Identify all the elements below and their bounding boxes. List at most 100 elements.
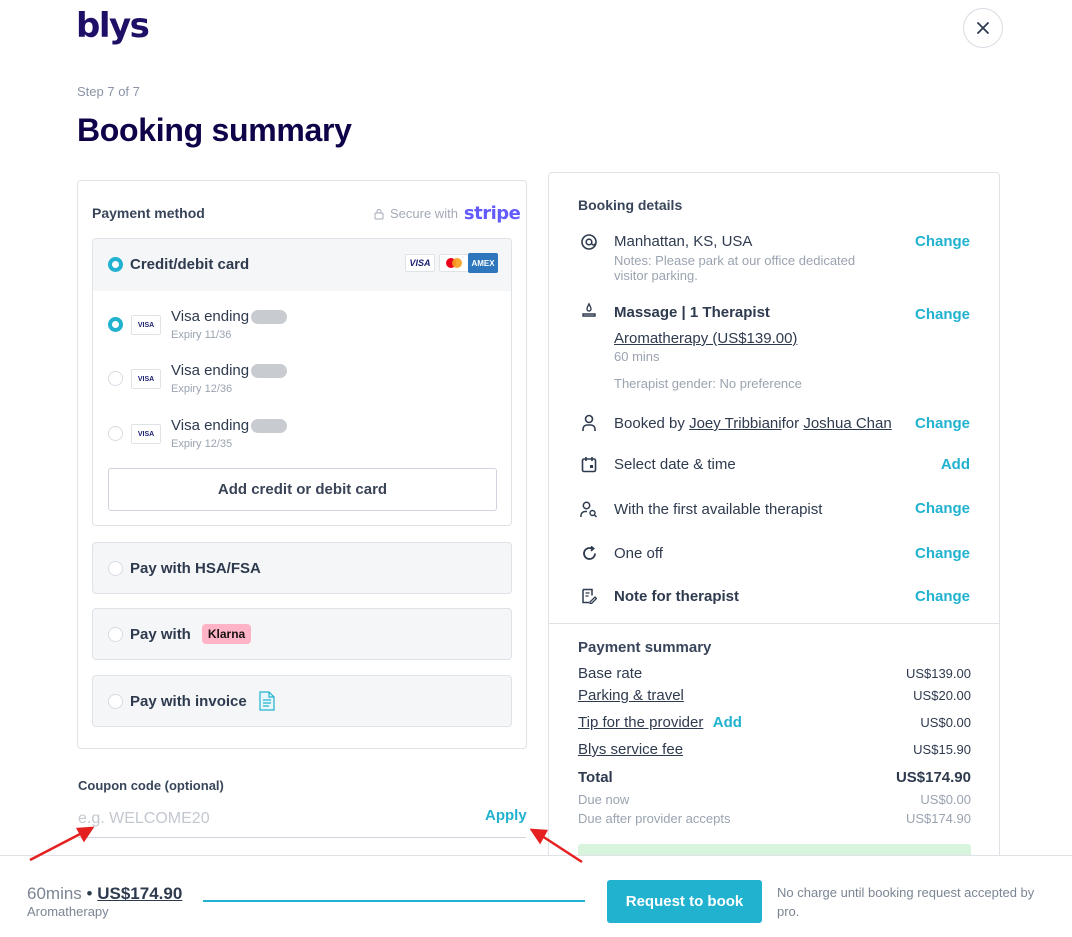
card-expiry: Expiry 12/36 [171,383,233,395]
base-rate-label: Base rate [578,665,643,682]
change-massage-button[interactable]: Change [915,306,970,323]
due-after-label: Due after provider accepts [578,811,731,826]
credit-card-option: Credit/debit card VISA AMEX VISA Visa en… [92,238,512,526]
saved-card-radio[interactable] [108,426,123,441]
close-button[interactable] [963,8,1003,48]
saved-card-radio[interactable] [108,317,123,332]
saved-card-1[interactable]: VISA Visa ending Expiry 11/36 [93,303,511,347]
invoice-option[interactable]: Pay with invoice [92,675,512,727]
mastercard-brand-icon [439,254,469,272]
change-booked-by-button[interactable]: Change [915,415,970,432]
total-label: Total [578,769,613,786]
service-fee-link[interactable]: Blys service fee [578,741,683,758]
secure-text: Secure with [390,206,458,221]
hsa-fsa-label: Pay with HSA/FSA [130,559,261,577]
add-card-button[interactable]: Add credit or debit card [108,468,497,511]
booked-by-name-link[interactable]: Joey Tribbiani [689,415,782,432]
treatment-link[interactable]: Aromatherapy (US$139.00) [614,330,797,347]
card-name: Visa ending [171,362,250,379]
lock-icon [374,208,384,219]
close-icon [977,22,989,34]
booked-by-prefix: Booked by [614,415,685,432]
invoice-radio[interactable] [108,693,123,709]
footer-duration: 60mins [27,884,82,903]
add-tip-button[interactable]: Add [713,714,742,731]
tip-value: US$0.00 [920,715,971,730]
klarna-logo: Klarna [201,624,252,644]
card-expiry: Expiry 12/35 [171,438,233,450]
location-notes: Notes: Please park at our office dedicat… [614,253,856,283]
booking-details-title: Booking details [578,197,683,213]
booking-details-panel: Booking details Manhattan, KS, USA Notes… [548,172,1000,872]
masked-digits [251,364,288,379]
add-date-time-button[interactable]: Add [941,456,970,473]
credit-card-header[interactable]: Credit/debit card VISA AMEX [93,239,511,291]
due-after-value: US$174.90 [905,811,971,826]
hsa-fsa-option[interactable]: Pay with HSA/FSA [92,542,512,594]
masked-digits [251,310,288,325]
duration-text: 60 mins [614,349,660,364]
booked-for-word: for [781,415,800,432]
visa-icon: VISA [131,424,161,444]
masked-digits [251,419,288,434]
credit-card-radio[interactable] [108,257,123,272]
page-title: Booking summary [77,112,352,148]
blys-logo: blys [76,6,150,46]
therapist-search-icon [579,499,599,519]
payment-summary-title: Payment summary [578,639,712,656]
refresh-icon [579,543,599,563]
saved-card-radio[interactable] [108,371,123,386]
total-value: US$174.90 [895,769,971,786]
due-after-row: Due after provider accepts US$174.90 [578,811,971,826]
parking-travel-link[interactable]: Parking & travel [578,687,684,704]
due-now-label: Due now [578,792,630,807]
coupon-input[interactable] [78,800,526,838]
location-icon [579,232,599,252]
footer-bullet: • [86,884,93,903]
change-location-button[interactable]: Change [915,233,970,250]
payment-method-label: Payment method [92,205,205,221]
visa-icon: VISA [131,315,161,335]
visa-icon: VISA [131,369,161,389]
change-frequency-button[interactable]: Change [915,545,970,562]
date-time-text: Select date & time [614,456,736,473]
booked-for-name-link[interactable]: Joshua Chan [803,415,891,432]
tip-row: Tip for the provider Add US$0.00 [578,714,971,732]
klarna-option[interactable]: Pay with Klarna [92,608,512,660]
step-indicator: Step 7 of 7 [77,84,140,99]
change-therapist-button[interactable]: Change [915,500,970,517]
klarna-radio[interactable] [108,626,123,642]
change-note-button[interactable]: Change [915,588,970,605]
parking-row: Parking & travel US$20.00 [578,687,971,704]
invoice-document-icon [259,691,275,711]
calendar-icon [579,454,599,474]
tip-link[interactable]: Tip for the provider [578,714,703,731]
amex-brand-icon: AMEX [468,253,498,273]
note-edit-icon [579,586,599,606]
divider [549,623,999,624]
booking-progress-bar [203,900,585,902]
footer-treatment: Aromatherapy [27,904,109,919]
payment-method-panel: Payment method Secure with stripe Credit… [77,180,527,749]
frequency-text: One off [614,545,663,562]
person-icon [579,413,599,433]
card-name: Visa ending [171,417,250,434]
coupon-label: Coupon code (optional) [78,778,224,793]
card-expiry: Expiry 11/36 [171,329,232,341]
invoice-label: Pay with invoice [130,692,247,710]
apply-coupon-button[interactable]: Apply [485,807,527,824]
visa-brand-icon: VISA [405,254,435,272]
request-to-book-button[interactable]: Request to book [607,880,762,923]
note-text: Note for therapist [614,588,740,605]
card-name: Visa ending [171,308,250,325]
saved-card-3[interactable]: VISA Visa ending Expiry 12/35 [93,412,511,456]
saved-card-2[interactable]: VISA Visa ending Expiry 12/36 [93,357,511,401]
parking-travel-value: US$20.00 [913,688,971,703]
klarna-prefix: Pay with [130,625,191,643]
base-rate-row: Base rate US$139.00 [578,665,971,682]
footer-price-link[interactable]: US$174.90 [97,884,182,903]
hsa-fsa-radio[interactable] [108,560,123,576]
footer-note: No charge until booking request accepted… [777,885,1035,919]
credit-card-label: Credit/debit card [130,256,250,273]
due-now-row: Due now US$0.00 [578,792,971,807]
